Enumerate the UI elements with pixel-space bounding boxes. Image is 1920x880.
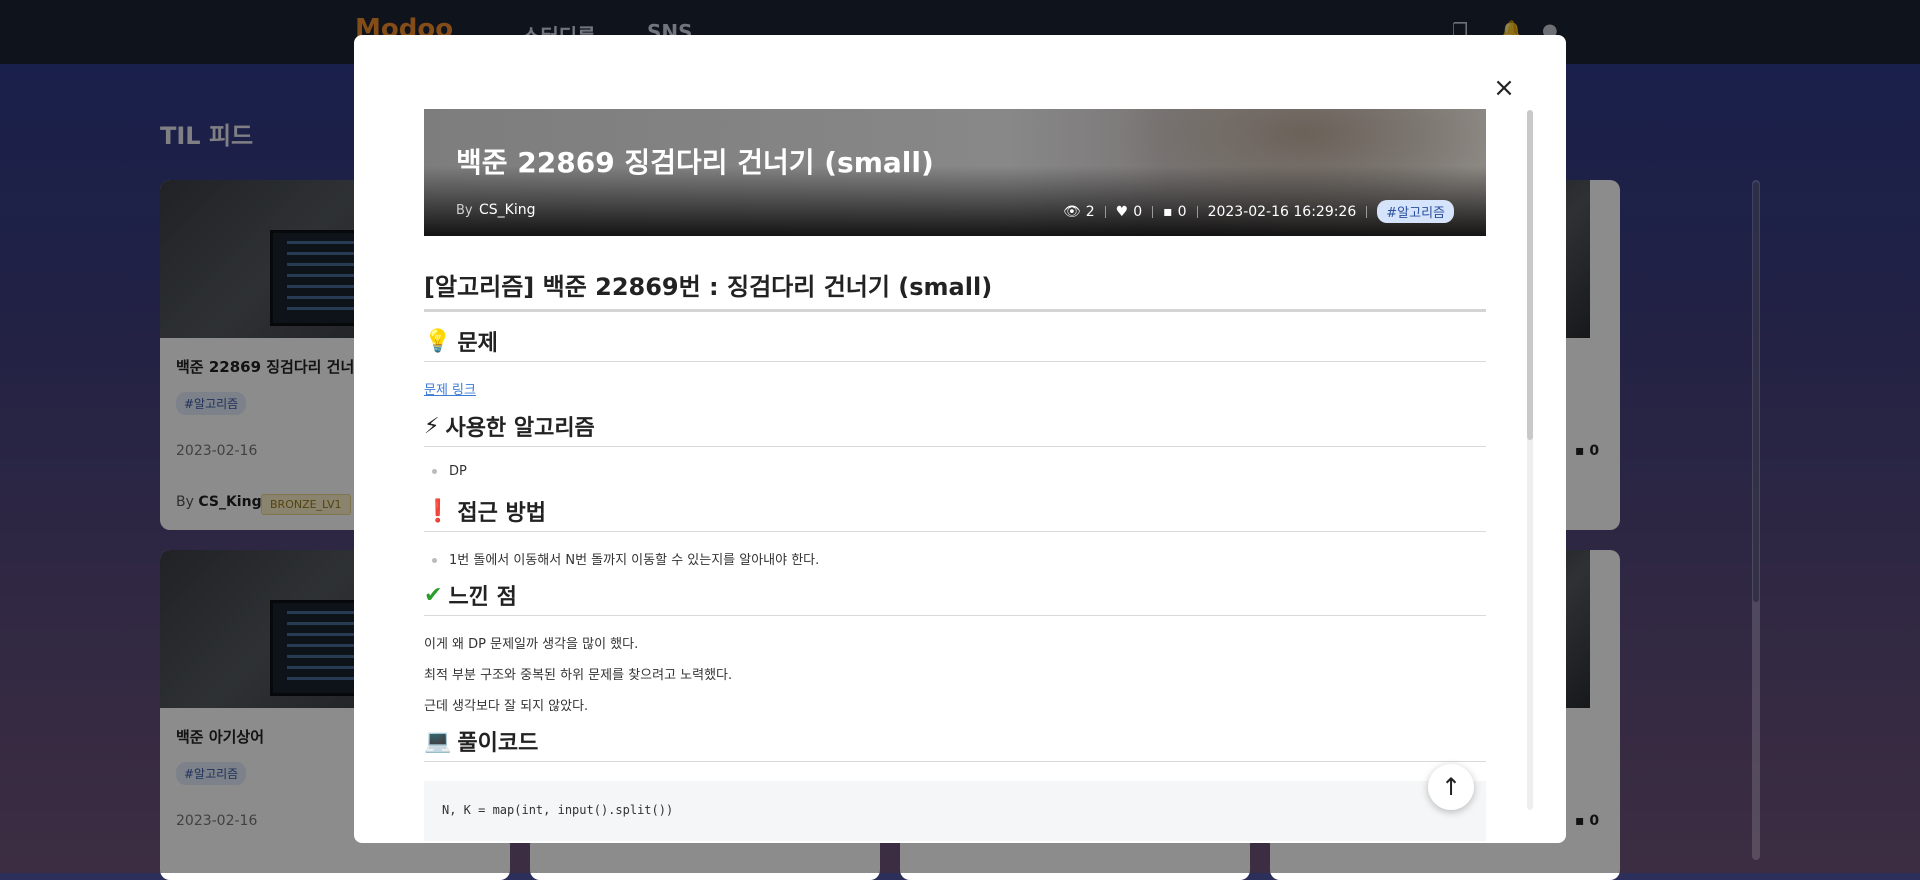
content-title: [알고리즘] 백준 22869번 : 징검다리 건너기 (small) [424,273,993,301]
list-item: DP [432,464,467,479]
modal-scrollbar[interactable] [1527,110,1533,810]
section-heading: 접근 방법 [457,501,547,526]
section-problem: 💡 문제 [424,325,1486,362]
like-count: 0 [1133,203,1143,220]
section-code: 💻 풀이코드 [424,725,1486,762]
title-divider [424,309,1486,312]
code-line: N, K = map(int, input().split()) [442,803,674,817]
paragraph: 근데 생각보다 잘 되지 않았다. [424,699,589,714]
comment-count: 0 [1177,203,1187,220]
page-scrollbar[interactable] [1752,180,1760,860]
paragraph: 이게 왜 DP 문제일까 생각을 많이 했다. [424,637,639,652]
list-item: 1번 돌에서 이동해서 N번 돌까지 이동할 수 있는지를 알아내야 한다. [432,549,819,568]
close-button[interactable]: × [1489,73,1519,103]
section-heading: 문제 [457,331,498,356]
section-approach: ❗ 접근 방법 [424,495,1486,532]
post-detail-modal: × 백준 22869 징검다리 건너기 (small) By CS_King 👁… [354,35,1566,843]
post-author[interactable]: CS_King [479,202,536,218]
heart-icon[interactable]: ♥ [1116,204,1129,220]
paragraph: 최적 부분 구조와 중복된 하위 문제를 찾으려고 노력했다. [424,668,733,683]
comment-icon: ▪ [1163,203,1173,220]
section-algorithm: ⚡ 사용한 알고리즘 [424,410,1486,447]
problem-link[interactable]: 문제 링크 [424,379,476,398]
eye-icon: 👁 [1062,203,1081,220]
exclamation-icon: ❗ [424,498,452,524]
section-heading: 풀이코드 [457,731,539,756]
post-hero-banner: 백준 22869 징검다리 건너기 (small) By CS_King 👁 2 … [424,109,1486,236]
post-by-label: By [456,203,473,218]
post-stats: 👁 2 ♥ 0 ▪ 0 2023-02-16 16:29:26 #알고리즘 [1063,200,1454,223]
post-datetime: 2023-02-16 16:29:26 [1207,203,1357,220]
modal-scrollbar-thumb[interactable] [1527,110,1533,440]
view-count: 2 [1085,203,1095,220]
laptop-icon: 💻 [424,728,452,754]
lightbulb-icon: 💡 [424,328,452,354]
code-block: N, K = map(int, input().split()) [424,781,1486,841]
post-title: 백준 22869 징검다리 건너기 (small) [456,146,934,179]
checkmark-icon: ✔ [424,582,443,608]
lightning-icon: ⚡ [424,413,440,439]
section-heading: 느낀 점 [448,585,517,610]
section-heading: 사용한 알고리즘 [445,416,595,441]
post-tag[interactable]: #알고리즘 [1377,200,1454,223]
section-thoughts: ✔ 느낀 점 [424,579,1486,616]
scroll-to-top-button[interactable]: ↑ [1428,764,1474,810]
page-scrollbar-thumb[interactable] [1753,182,1759,602]
